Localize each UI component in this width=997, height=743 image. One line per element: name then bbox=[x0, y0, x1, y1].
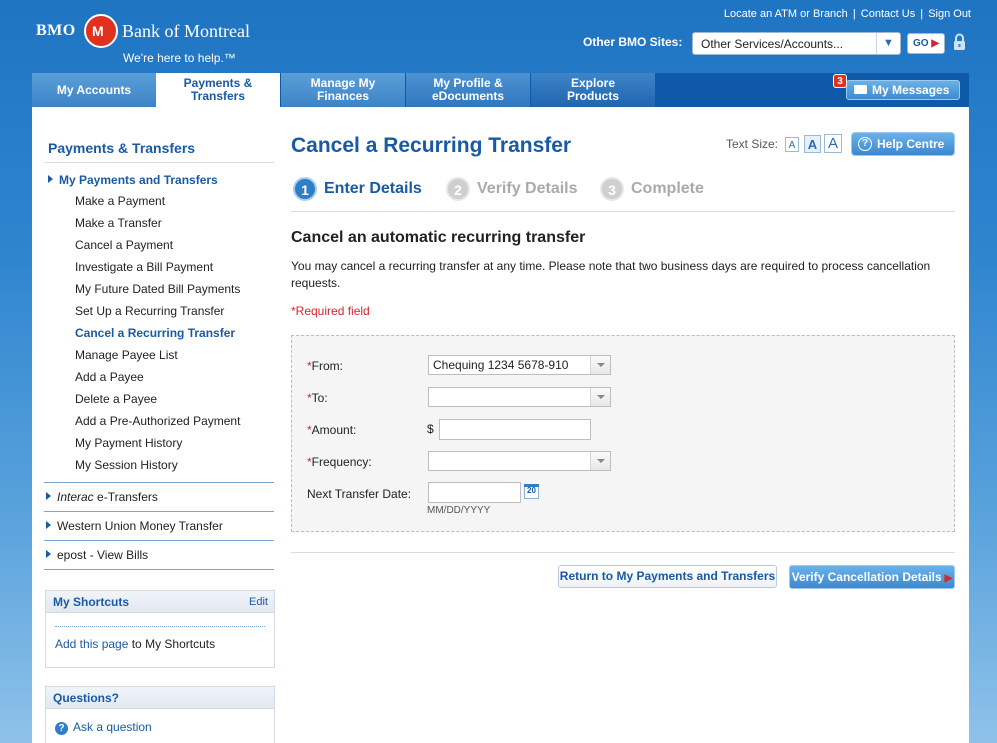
amount-input[interactable] bbox=[439, 419, 591, 440]
other-sites-select[interactable]: Other Services/Accounts... ▼ bbox=[692, 32, 901, 55]
divider bbox=[44, 162, 274, 163]
triangle-right-icon bbox=[46, 521, 51, 529]
date-format-hint: MM/DD/YYYY bbox=[427, 505, 491, 516]
sidebar-item-cancel-recurring[interactable]: Cancel a Recurring Transfer bbox=[75, 325, 240, 347]
section-heading: Cancel an automatic recurring transfer bbox=[291, 229, 586, 246]
divider bbox=[55, 626, 265, 627]
transfer-form: *From: Chequing 1234 5678-910 *To: *Amou… bbox=[291, 335, 955, 532]
divider bbox=[291, 211, 955, 212]
questions-header: Questions? bbox=[46, 687, 274, 709]
step-enter-details: 1 Enter Details bbox=[293, 177, 422, 201]
brand-short: BMO bbox=[36, 22, 76, 39]
divider bbox=[291, 552, 955, 553]
calendar-icon[interactable]: 20 bbox=[524, 484, 539, 499]
sidebar-item-add-payee[interactable]: Add a Payee bbox=[75, 369, 240, 391]
sidebar-subitems: Make a Payment Make a Transfer Cancel a … bbox=[75, 193, 240, 479]
main-nav: My Accounts Payments & Transfers Manage … bbox=[32, 73, 969, 107]
chevron-down-icon: ▼ bbox=[876, 33, 900, 54]
description-text: You may cancel a recurring transfer at a… bbox=[291, 259, 931, 290]
frequency-label: *Frequency: bbox=[307, 455, 372, 469]
divider bbox=[44, 540, 274, 541]
contact-us-link[interactable]: Contact Us bbox=[861, 8, 915, 20]
sidebar-title: Payments & Transfers bbox=[48, 140, 196, 156]
return-button[interactable]: Return to My Payments and Transfers bbox=[558, 565, 777, 588]
tagline: We're here to help.™ bbox=[123, 51, 236, 65]
to-label: *To: bbox=[307, 391, 328, 405]
amount-label: *Amount: bbox=[307, 423, 357, 437]
ask-question-link[interactable]: ? Ask a question bbox=[55, 720, 152, 735]
text-size-large-button[interactable]: A bbox=[824, 134, 842, 153]
brand-long: Bank of Montreal bbox=[122, 21, 250, 41]
divider bbox=[44, 569, 274, 570]
messages-count-badge: 3 bbox=[833, 74, 847, 88]
from-select[interactable]: Chequing 1234 5678-910 bbox=[428, 355, 611, 375]
sidebar-item-session-history[interactable]: My Session History bbox=[75, 457, 240, 479]
sidebar-item-delete-payee[interactable]: Delete a Payee bbox=[75, 391, 240, 413]
chevron-down-icon bbox=[590, 356, 610, 374]
envelope-icon bbox=[854, 85, 867, 94]
tab-payments-transfers[interactable]: Payments & Transfers bbox=[156, 73, 280, 107]
site-header: BMO M Bank of Montreal We're here to hel… bbox=[0, 0, 997, 72]
to-select[interactable] bbox=[428, 387, 611, 407]
triangle-right-icon bbox=[46, 550, 51, 558]
shortcuts-box: My Shortcuts Edit Add this page to My Sho… bbox=[45, 590, 275, 668]
tab-manage-my-finances[interactable]: Manage My Finances bbox=[281, 73, 405, 107]
sidebar-section-interac[interactable]: Interac e-Transfers bbox=[46, 490, 158, 504]
sidebar-item-future-dated[interactable]: My Future Dated Bill Payments bbox=[75, 281, 240, 303]
triangle-right-icon bbox=[46, 492, 51, 500]
sign-out-link[interactable]: Sign Out bbox=[928, 8, 971, 20]
question-icon: ? bbox=[55, 722, 68, 735]
sidebar-item-setup-recurring[interactable]: Set Up a Recurring Transfer bbox=[75, 303, 240, 325]
sidebar-item-manage-payee[interactable]: Manage Payee List bbox=[75, 347, 240, 369]
lock-icon bbox=[954, 33, 965, 50]
main-panel: Payments & Transfers My Payments and Tra… bbox=[32, 107, 969, 743]
bmo-roundel-icon: M bbox=[84, 14, 118, 48]
text-size-small-button[interactable]: A bbox=[785, 137, 799, 152]
triangle-right-icon bbox=[48, 175, 53, 183]
sidebar-item-cancel-payment[interactable]: Cancel a Payment bbox=[75, 237, 240, 259]
frequency-select[interactable] bbox=[428, 451, 611, 471]
verify-button[interactable]: Verify Cancellation Details ▶ bbox=[789, 565, 955, 589]
add-this-page-link[interactable]: Add this page bbox=[55, 637, 128, 651]
sidebar-item-make-payment[interactable]: Make a Payment bbox=[75, 193, 240, 215]
step-complete: 3 Complete bbox=[600, 177, 704, 201]
chevron-down-icon bbox=[590, 388, 610, 406]
tab-explore-products[interactable]: Explore Products bbox=[531, 73, 655, 107]
text-size-medium-button[interactable]: A bbox=[804, 135, 821, 153]
add-shortcut-text: Add this page to My Shortcuts bbox=[55, 637, 216, 651]
sidebar-item-pre-authorized[interactable]: Add a Pre-Authorized Payment bbox=[75, 413, 240, 435]
sidebar-item-make-transfer[interactable]: Make a Transfer bbox=[75, 215, 240, 237]
sidebar-item-investigate-bill[interactable]: Investigate a Bill Payment bbox=[75, 259, 240, 281]
next-date-label: Next Transfer Date: bbox=[307, 487, 412, 501]
utility-links: Locate an ATM or Branch | Contact Us | S… bbox=[723, 8, 971, 20]
sidebar-section-epost[interactable]: epost - View Bills bbox=[46, 548, 148, 562]
divider bbox=[44, 511, 274, 512]
locate-atm-link[interactable]: Locate an ATM or Branch bbox=[724, 8, 848, 20]
arrow-right-icon: ▶ bbox=[931, 38, 940, 49]
divider bbox=[44, 482, 274, 483]
shortcuts-header: My Shortcuts Edit bbox=[46, 591, 274, 613]
next-date-input[interactable] bbox=[428, 482, 521, 503]
go-button[interactable]: GO ▶ bbox=[907, 33, 945, 54]
help-icon: ? bbox=[858, 137, 872, 151]
from-label: *From: bbox=[307, 359, 344, 373]
other-sites-label: Other BMO Sites: bbox=[583, 35, 683, 49]
edit-shortcuts-link[interactable]: Edit bbox=[249, 596, 268, 608]
arrow-right-icon: ▶ bbox=[944, 573, 953, 584]
sidebar-section-western-union[interactable]: Western Union Money Transfer bbox=[46, 519, 223, 533]
currency-symbol: $ bbox=[427, 422, 434, 436]
questions-box: Questions? ? Ask a question bbox=[45, 686, 275, 743]
other-sites-value: Other Services/Accounts... bbox=[701, 37, 844, 51]
tab-my-profile[interactable]: My Profile & eDocuments bbox=[406, 73, 530, 107]
text-size-label: Text Size: bbox=[726, 137, 779, 151]
sidebar-section-my-payments[interactable]: My Payments and Transfers bbox=[48, 173, 218, 187]
my-messages-button[interactable]: My Messages bbox=[846, 80, 960, 100]
chevron-down-icon bbox=[590, 452, 610, 470]
page-title: Cancel a Recurring Transfer bbox=[291, 134, 572, 157]
step-verify-details: 2 Verify Details bbox=[446, 177, 578, 201]
tab-my-accounts[interactable]: My Accounts bbox=[32, 73, 156, 107]
required-field-note: *Required field bbox=[291, 304, 370, 318]
help-centre-button[interactable]: ? Help Centre bbox=[851, 132, 955, 156]
sidebar-item-payment-history[interactable]: My Payment History bbox=[75, 435, 240, 457]
